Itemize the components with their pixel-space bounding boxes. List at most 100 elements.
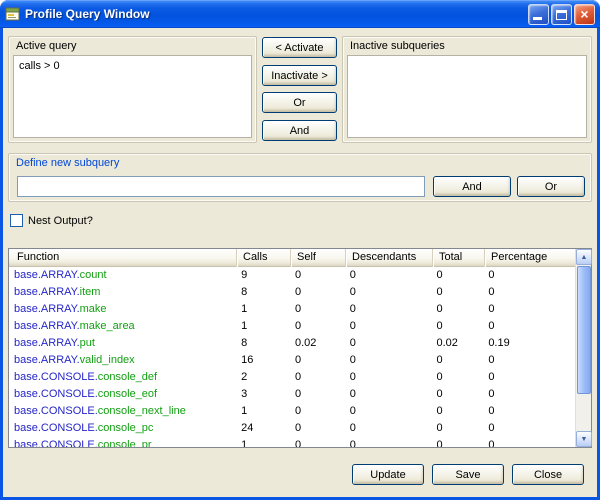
title-bar[interactable]: Profile Query Window × — [0, 0, 600, 28]
cell-total: 0 — [431, 437, 483, 447]
activate-button[interactable]: < Activate — [262, 37, 337, 58]
cell-calls: 1 — [236, 301, 290, 318]
function-prefix: base.ARRAY. — [14, 269, 80, 281]
cell-total: 0.02 — [431, 335, 483, 352]
cell-calls: 1 — [236, 318, 290, 335]
cell-self: 0 — [290, 386, 345, 403]
app-icon — [5, 6, 21, 22]
column-header-descendants[interactable]: Descendants — [346, 249, 433, 267]
column-header-calls[interactable]: Calls — [237, 249, 291, 267]
save-button[interactable]: Save — [432, 464, 504, 485]
function-feature: console_pc — [98, 422, 154, 434]
function-feature: console_pr — [98, 439, 152, 447]
scroll-down-button[interactable]: ▼ — [576, 431, 592, 447]
cell-descendants: 0 — [345, 420, 432, 437]
active-query-panel: Active query calls > 0 — [8, 36, 257, 143]
cell-descendants: 0 — [345, 301, 432, 318]
column-header-percentage[interactable]: Percentage — [485, 249, 575, 267]
cell-descendants: 0 — [345, 318, 432, 335]
cell-total: 0 — [431, 420, 483, 437]
cell-self: 0 — [290, 284, 345, 301]
dialog-content: Active query calls > 0 < Activate Inacti… — [3, 28, 597, 497]
function-feature: valid_index — [80, 354, 135, 366]
nest-output-checkbox[interactable] — [10, 214, 23, 227]
cell-self: 0 — [290, 318, 345, 335]
table-row[interactable]: base.CONSOLE.console_pc240000 — [9, 420, 575, 437]
function-prefix: base.ARRAY. — [14, 303, 80, 315]
inactive-subqueries-list[interactable] — [347, 55, 587, 138]
subquery-or-button[interactable]: Or — [517, 176, 585, 197]
cell-calls: 8 — [236, 335, 290, 352]
cell-descendants: 0 — [345, 335, 432, 352]
function-prefix: base.ARRAY. — [14, 286, 80, 298]
update-button[interactable]: Update — [352, 464, 424, 485]
cell-self: 0 — [290, 369, 345, 386]
nest-output-label: Nest Output? — [28, 215, 93, 227]
function-feature: item — [80, 286, 101, 298]
cell-total: 0 — [431, 284, 483, 301]
vertical-scrollbar[interactable]: ▲ ▼ — [575, 249, 591, 447]
maximize-button[interactable] — [551, 4, 572, 25]
cell-self: 0 — [290, 352, 345, 369]
scroll-up-button[interactable]: ▲ — [576, 249, 592, 265]
function-prefix: base.CONSOLE. — [14, 405, 98, 417]
inactive-subqueries-label: Inactive subqueries — [350, 40, 445, 52]
table-row[interactable]: base.ARRAY.valid_index160000 — [9, 352, 575, 369]
profile-table: Function Calls Self Descendants Total Pe… — [8, 248, 592, 448]
or-transfer-button[interactable]: Or — [262, 92, 337, 113]
table-row[interactable]: base.CONSOLE.console_def20000 — [9, 369, 575, 386]
table-row[interactable]: base.CONSOLE.console_next_line10000 — [9, 403, 575, 420]
function-prefix: base.CONSOLE. — [14, 371, 98, 383]
cell-total: 0 — [431, 403, 483, 420]
column-header-self[interactable]: Self — [291, 249, 346, 267]
cell-descendants: 0 — [345, 369, 432, 386]
cell-self: 0 — [290, 267, 345, 284]
function-feature: make — [80, 303, 107, 315]
define-subquery-group: Define new subquery And Or — [8, 153, 592, 202]
cell-self: 0.02 — [290, 335, 345, 352]
function-feature: put — [80, 337, 95, 349]
minimize-button[interactable] — [528, 4, 549, 25]
function-feature: make_area — [80, 320, 135, 332]
cell-percentage: 0 — [483, 267, 575, 284]
function-prefix: base.ARRAY. — [14, 337, 80, 349]
column-header-total[interactable]: Total — [433, 249, 485, 267]
table-row[interactable]: base.ARRAY.item80000 — [9, 284, 575, 301]
table-row[interactable]: base.ARRAY.count90000 — [9, 267, 575, 284]
cell-percentage: 0 — [483, 284, 575, 301]
close-dialog-button[interactable]: Close — [512, 464, 584, 485]
function-feature: count — [80, 269, 107, 281]
function-prefix: base.ARRAY. — [14, 354, 80, 366]
cell-calls: 2 — [236, 369, 290, 386]
cell-calls: 16 — [236, 352, 290, 369]
active-query-list[interactable]: calls > 0 — [13, 55, 252, 138]
inactivate-button[interactable]: Inactivate > — [262, 65, 337, 86]
cell-descendants: 0 — [345, 386, 432, 403]
cell-total: 0 — [431, 318, 483, 335]
profile-query-window: Profile Query Window × Active query call… — [0, 0, 600, 500]
table-row[interactable]: base.ARRAY.make10000 — [9, 301, 575, 318]
cell-percentage: 0 — [483, 437, 575, 447]
subquery-and-button[interactable]: And — [433, 176, 511, 197]
function-prefix: base.ARRAY. — [14, 320, 80, 332]
cell-descendants: 0 — [345, 352, 432, 369]
subquery-input[interactable] — [17, 176, 425, 197]
and-transfer-button[interactable]: And — [262, 120, 337, 141]
cell-calls: 24 — [236, 420, 290, 437]
nest-output-row: Nest Output? — [10, 214, 93, 227]
cell-self: 0 — [290, 437, 345, 447]
table-row[interactable]: base.CONSOLE.console_pr10000 — [9, 437, 575, 447]
scrollbar-thumb[interactable] — [577, 266, 591, 394]
table-row[interactable]: base.ARRAY.put80.0200.020.19 — [9, 335, 575, 352]
inactive-subqueries-panel: Inactive subqueries — [342, 36, 592, 143]
table-row[interactable]: base.CONSOLE.console_eof30000 — [9, 386, 575, 403]
cell-calls: 9 — [236, 267, 290, 284]
column-header-function[interactable]: Function — [9, 249, 237, 267]
cell-percentage: 0 — [483, 386, 575, 403]
cell-total: 0 — [431, 267, 483, 284]
cell-self: 0 — [290, 301, 345, 318]
scroll-down-icon: ▼ — [581, 436, 588, 443]
close-button[interactable]: × — [574, 4, 595, 25]
table-row[interactable]: base.ARRAY.make_area10000 — [9, 318, 575, 335]
active-query-item[interactable]: calls > 0 — [19, 59, 246, 73]
